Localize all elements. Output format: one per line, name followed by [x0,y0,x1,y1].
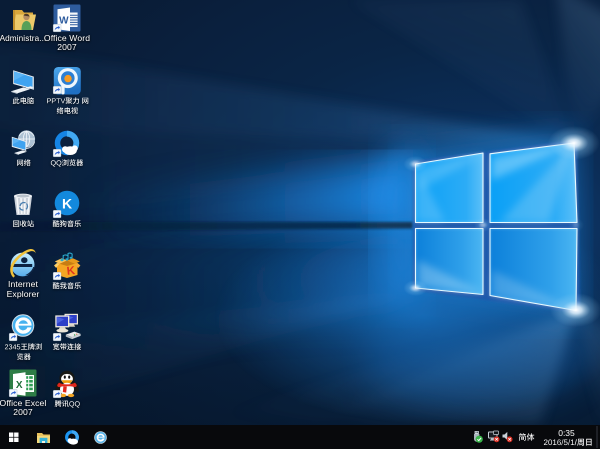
svg-text:K: K [62,195,72,211]
